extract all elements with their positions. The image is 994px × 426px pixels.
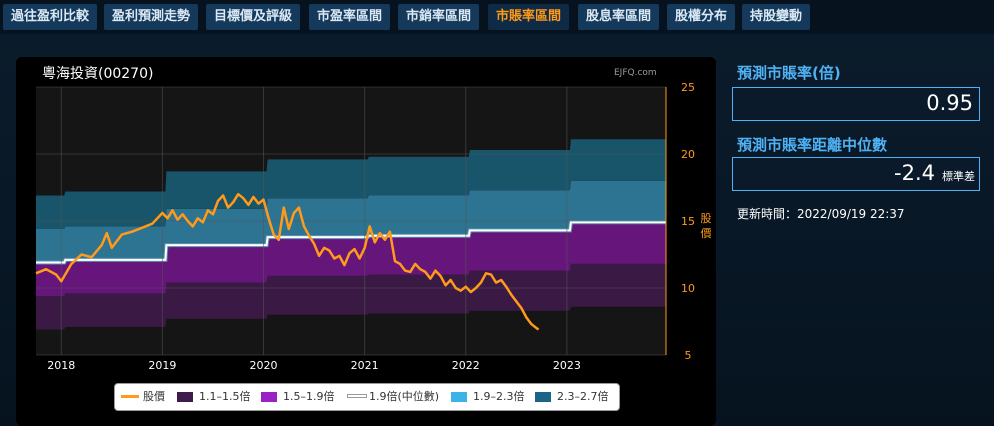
y-tick-label: 15 bbox=[681, 215, 695, 228]
y-tick-label: 10 bbox=[681, 282, 695, 295]
x-tick-label: 2018 bbox=[47, 359, 75, 372]
pb-distance-title: 預測市賬率距離中位數 bbox=[737, 136, 888, 154]
y-tick-label: 5 bbox=[685, 349, 692, 362]
y-axis-label: 價 bbox=[701, 226, 712, 240]
legend-swatch bbox=[535, 392, 551, 402]
x-tick-label: 2022 bbox=[452, 359, 480, 372]
legend-label: 1.5–1.9倍 bbox=[283, 390, 335, 403]
tab-holding-changes[interactable]: 持股變動 bbox=[742, 4, 811, 30]
tab-shareholding[interactable]: 股權分布 bbox=[667, 4, 736, 30]
tab-dividend-yield-range[interactable]: 股息率區間 bbox=[578, 4, 660, 30]
pb-distance-value: -2.4 bbox=[894, 161, 935, 185]
legend-label: 2.3–2.7倍 bbox=[557, 390, 609, 403]
pb-distance-unit: 標準差 bbox=[942, 170, 975, 183]
pb-value: 0.95 bbox=[926, 91, 973, 115]
legend-line-median bbox=[347, 394, 367, 398]
legend-swatch bbox=[177, 392, 193, 402]
pb-title: 預測市賬率(倍) bbox=[737, 64, 841, 82]
legend-label: 1.1–1.5倍 bbox=[199, 390, 251, 403]
tab-target-price[interactable]: 目標價及評級 bbox=[206, 4, 301, 30]
y-tick-label: 20 bbox=[681, 148, 695, 161]
y-axis-label: 股 bbox=[701, 212, 712, 225]
x-tick-label: 2023 bbox=[553, 359, 581, 372]
tab-past-earnings[interactable]: 過往盈利比較 bbox=[3, 4, 98, 30]
pb-value-box: 0.95 bbox=[732, 87, 980, 121]
x-tick-label: 2021 bbox=[351, 359, 379, 372]
tab-pb-range[interactable]: 市賬率區間 bbox=[488, 4, 570, 30]
pb-distance-box: -2.4 標準差 bbox=[732, 157, 980, 191]
chart-legend: 股價 1.1–1.5倍 1.5–1.9倍 1.9倍(中位數) 1.9–2.3倍 … bbox=[114, 383, 620, 411]
y-tick-label: 25 bbox=[681, 81, 695, 94]
legend-line-price bbox=[121, 395, 139, 398]
chart-plot: 2018 2019 2020 2021 2022 2023 5 10 15 20 25 股價 bbox=[35, 81, 712, 372]
legend-swatch bbox=[451, 392, 467, 402]
legend-label: 1.9倍(中位數) bbox=[369, 390, 440, 403]
update-time: 更新時間：2022/09/19 22:37 bbox=[737, 207, 905, 221]
legend-label: 1.9–2.3倍 bbox=[473, 390, 525, 403]
tab-earnings-forecast[interactable]: 盈利預測走勢 bbox=[104, 4, 199, 30]
tab-pe-range[interactable]: 市盈率區間 bbox=[309, 4, 391, 30]
x-tick-label: 2020 bbox=[250, 359, 278, 372]
chart-panel: 粵海投資(00270) EJFQ.com 2018 2019 2020 2021 202… bbox=[16, 57, 716, 426]
x-tick-label: 2019 bbox=[148, 359, 176, 372]
legend-swatch bbox=[261, 392, 277, 402]
tab-ps-range[interactable]: 市銷率區間 bbox=[398, 4, 480, 30]
tab-bar: 過往盈利比較 盈利預測走勢 目標價及評級 市盈率區間 市銷率區間 市賬率區間 股… bbox=[0, 0, 994, 34]
legend-label: 股價 bbox=[143, 390, 165, 403]
